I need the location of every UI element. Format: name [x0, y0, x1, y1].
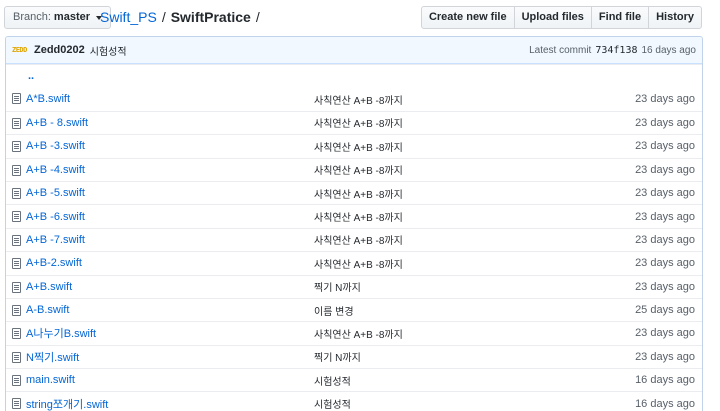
repo-header: Branch: master Swift_PS / SwiftPratice /… [0, 0, 720, 34]
file-icon [12, 398, 21, 410]
file-commit-message-link[interactable]: 사칙연산 A+B -8까지 [314, 326, 403, 341]
file-icon [12, 211, 21, 223]
table-row: A*B.swift 사칙연산 A+B -8까지 23 days ago [6, 87, 702, 110]
file-icon [12, 351, 21, 363]
file-commit-age: 23 days ago [635, 210, 695, 223]
table-row: A+B-2.swift 사칙연산 A+B -8까지 23 days ago [6, 251, 702, 274]
upload-files-button[interactable]: Upload files [513, 6, 592, 29]
table-row: N찍기.swift 찍기 N까지 23 days ago [6, 344, 702, 368]
file-commit-age: 23 days ago [635, 257, 695, 270]
file-commit-age: 23 days ago [635, 187, 695, 200]
file-name-link[interactable]: A+B.swift [26, 281, 72, 293]
breadcrumb-repo-link[interactable]: Swift_PS [100, 8, 157, 26]
breadcrumb-separator: / [255, 9, 260, 25]
commit-sha-link[interactable]: 734f138 [595, 45, 637, 56]
table-row: A+B -3.swift 사칙연산 A+B -8까지 23 days ago [6, 134, 702, 157]
file-icon [12, 375, 21, 387]
file-commit-age: 16 days ago [635, 374, 695, 387]
file-commit-age: 25 days ago [635, 304, 695, 317]
file-icon [12, 258, 21, 270]
file-name-link[interactable]: N찍기.swift [26, 349, 79, 365]
create-new-file-button[interactable]: Create new file [420, 6, 515, 29]
file-commit-age: 23 days ago [635, 93, 695, 106]
file-commit-age: 23 days ago [635, 233, 695, 246]
file-commit-age: 23 days ago [635, 116, 695, 129]
breadcrumb-separator: / [161, 9, 166, 25]
parent-directory-link[interactable]: .. [28, 70, 34, 82]
parent-directory-row: .. [6, 64, 702, 87]
avatar[interactable]: ZEDD [12, 44, 32, 56]
file-name-link[interactable]: A+B -6.swift [26, 211, 85, 223]
file-commit-message-link[interactable]: 찍기 N까지 [314, 279, 361, 294]
file-name-link[interactable]: A-B.swift [26, 304, 69, 316]
file-commit-message-link[interactable]: 시험성적 [314, 373, 351, 388]
file-name-link[interactable]: A나누기B.swift [26, 325, 96, 341]
breadcrumb: Swift_PS / SwiftPratice / [100, 8, 260, 26]
file-icon [12, 93, 21, 105]
file-name-link[interactable]: A+B -4.swift [26, 164, 85, 176]
file-commit-age: 23 days ago [635, 350, 695, 363]
file-icon [12, 141, 21, 153]
latest-commit-bar: ZEDD Zedd0202 시험성적 Latest commit 734f138… [6, 37, 702, 64]
table-row: A+B.swift 찍기 N까지 23 days ago [6, 274, 702, 298]
file-commit-age: 23 days ago [635, 163, 695, 176]
file-commit-age: 23 days ago [635, 140, 695, 153]
file-commit-message-link[interactable]: 사칙연산 A+B -8까지 [314, 139, 403, 154]
file-commit-message-link[interactable]: 사칙연산 A+B -8까지 [314, 162, 403, 177]
table-row: A+B - 8.swift 사칙연산 A+B -8까지 23 days ago [6, 110, 702, 134]
file-icon [12, 234, 21, 246]
file-commit-message-link[interactable]: 찍기 N까지 [314, 349, 361, 364]
latest-commit-info: Latest commit 734f138 16 days ago [529, 45, 696, 56]
table-row: A+B -4.swift 사칙연산 A+B -8까지 23 days ago [6, 157, 702, 181]
table-row: A+B -5.swift 사칙연산 A+B -8까지 23 days ago [6, 180, 702, 204]
file-commit-age: 23 days ago [635, 327, 695, 340]
file-actions: Create new file Upload files Find file H… [420, 6, 702, 29]
table-row: string쪼개기.swift 시험성적 16 days ago [6, 391, 702, 411]
history-button[interactable]: History [648, 6, 702, 29]
commit-author-link[interactable]: Zedd0202 [34, 44, 85, 56]
find-file-button[interactable]: Find file [590, 6, 650, 29]
branch-label: Branch: [13, 11, 51, 23]
file-icon [12, 281, 21, 293]
file-icon [12, 164, 21, 176]
file-name-link[interactable]: A*B.swift [26, 93, 70, 105]
file-commit-message-link[interactable]: 사칙연산 A+B -8까지 [314, 186, 403, 201]
file-commit-message-link[interactable]: 사칙연산 A+B -8까지 [314, 92, 403, 107]
file-icon [12, 304, 21, 316]
file-commit-message-link[interactable]: 사칙연산 A+B -8까지 [314, 115, 403, 130]
file-name-link[interactable]: A+B - 8.swift [26, 117, 88, 129]
file-commit-age: 16 days ago [635, 397, 695, 410]
table-row: main.swift 시험성적 16 days ago [6, 368, 702, 391]
file-rows: A*B.swift 사칙연산 A+B -8까지 23 days ago A+B - 8… [6, 87, 702, 411]
file-commit-age: 23 days ago [635, 280, 695, 293]
file-icon [12, 117, 21, 129]
breadcrumb-current-folder: SwiftPratice [170, 9, 251, 25]
file-name-link[interactable]: A+B -3.swift [26, 140, 85, 152]
branch-select-button[interactable]: Branch: master [4, 6, 111, 29]
file-commit-message-link[interactable]: 사칙연산 A+B -8까지 [314, 209, 403, 224]
file-name-link[interactable]: main.swift [26, 374, 75, 386]
branch-name: master [53, 11, 90, 23]
file-icon [12, 328, 21, 340]
file-name-link[interactable]: A+B -5.swift [26, 187, 85, 199]
table-row: A+B -6.swift 사칙연산 A+B -8까지 23 days ago [6, 204, 702, 227]
file-name-link[interactable]: string쪼개기.swift [26, 396, 108, 411]
commit-age: 16 days ago [641, 44, 697, 56]
file-name-link[interactable]: A+B -7.swift [26, 234, 85, 246]
commit-message-link[interactable]: 시험성적 [90, 43, 127, 58]
file-icon [12, 187, 21, 199]
table-row: A-B.swift 이름 변경 25 days ago [6, 297, 702, 321]
file-commit-message-link[interactable]: 사칙연산 A+B -8까지 [314, 232, 403, 247]
file-name-link[interactable]: A+B-2.swift [26, 257, 82, 269]
file-commit-message-link[interactable]: 시험성적 [314, 396, 351, 411]
file-commit-message-link[interactable]: 사칙연산 A+B -8까지 [314, 256, 403, 271]
file-commit-message-link[interactable]: 이름 변경 [314, 303, 354, 318]
latest-commit-label: Latest commit [529, 44, 592, 56]
table-row: A나누기B.swift 사칙연산 A+B -8까지 23 days ago [6, 321, 702, 344]
file-list: ZEDD Zedd0202 시험성적 Latest commit 734f138… [5, 36, 703, 411]
table-row: A+B -7.swift 사칙연산 A+B -8까지 23 days ago [6, 227, 702, 251]
